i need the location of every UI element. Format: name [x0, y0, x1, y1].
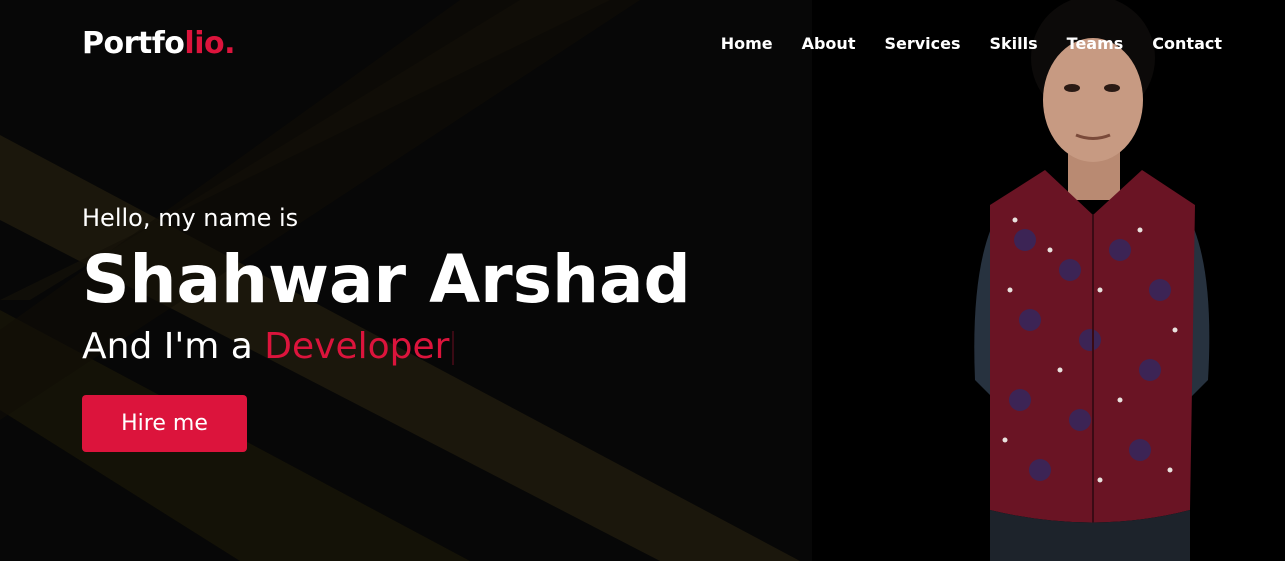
hero-name: Shahwar Arshad — [82, 241, 691, 318]
text-caret-icon — [452, 331, 455, 365]
nav-teams-link[interactable]: Teams — [1067, 34, 1124, 53]
logo-accent-text: lio. — [184, 26, 235, 61]
role-word: Developer — [264, 326, 450, 367]
hero-role-line: And I'm a Developer — [82, 324, 691, 370]
role-prefix: And I'm a — [82, 326, 265, 367]
person-photo — [974, 0, 1210, 561]
nav-skills-link[interactable]: Skills — [990, 34, 1038, 53]
hero-section: Hello, my name is Shahwar Arshad And I'm… — [82, 200, 691, 370]
nav-home-link[interactable]: Home — [721, 34, 773, 53]
nav-about-link[interactable]: About — [802, 34, 856, 53]
hire-me-button[interactable]: Hire me — [82, 395, 247, 452]
portfolio-page: Portfolio. Home About Services Skills Te… — [0, 0, 1285, 561]
site-logo[interactable]: Portfolio. — [82, 26, 235, 61]
hero-greeting: Hello, my name is — [82, 204, 299, 232]
nav-contact-link[interactable]: Contact — [1152, 34, 1222, 53]
logo-main-text: Portfo — [82, 26, 185, 61]
nav-services-link[interactable]: Services — [884, 34, 960, 53]
main-nav: Home About Services Skills Teams Contact — [721, 34, 1222, 53]
